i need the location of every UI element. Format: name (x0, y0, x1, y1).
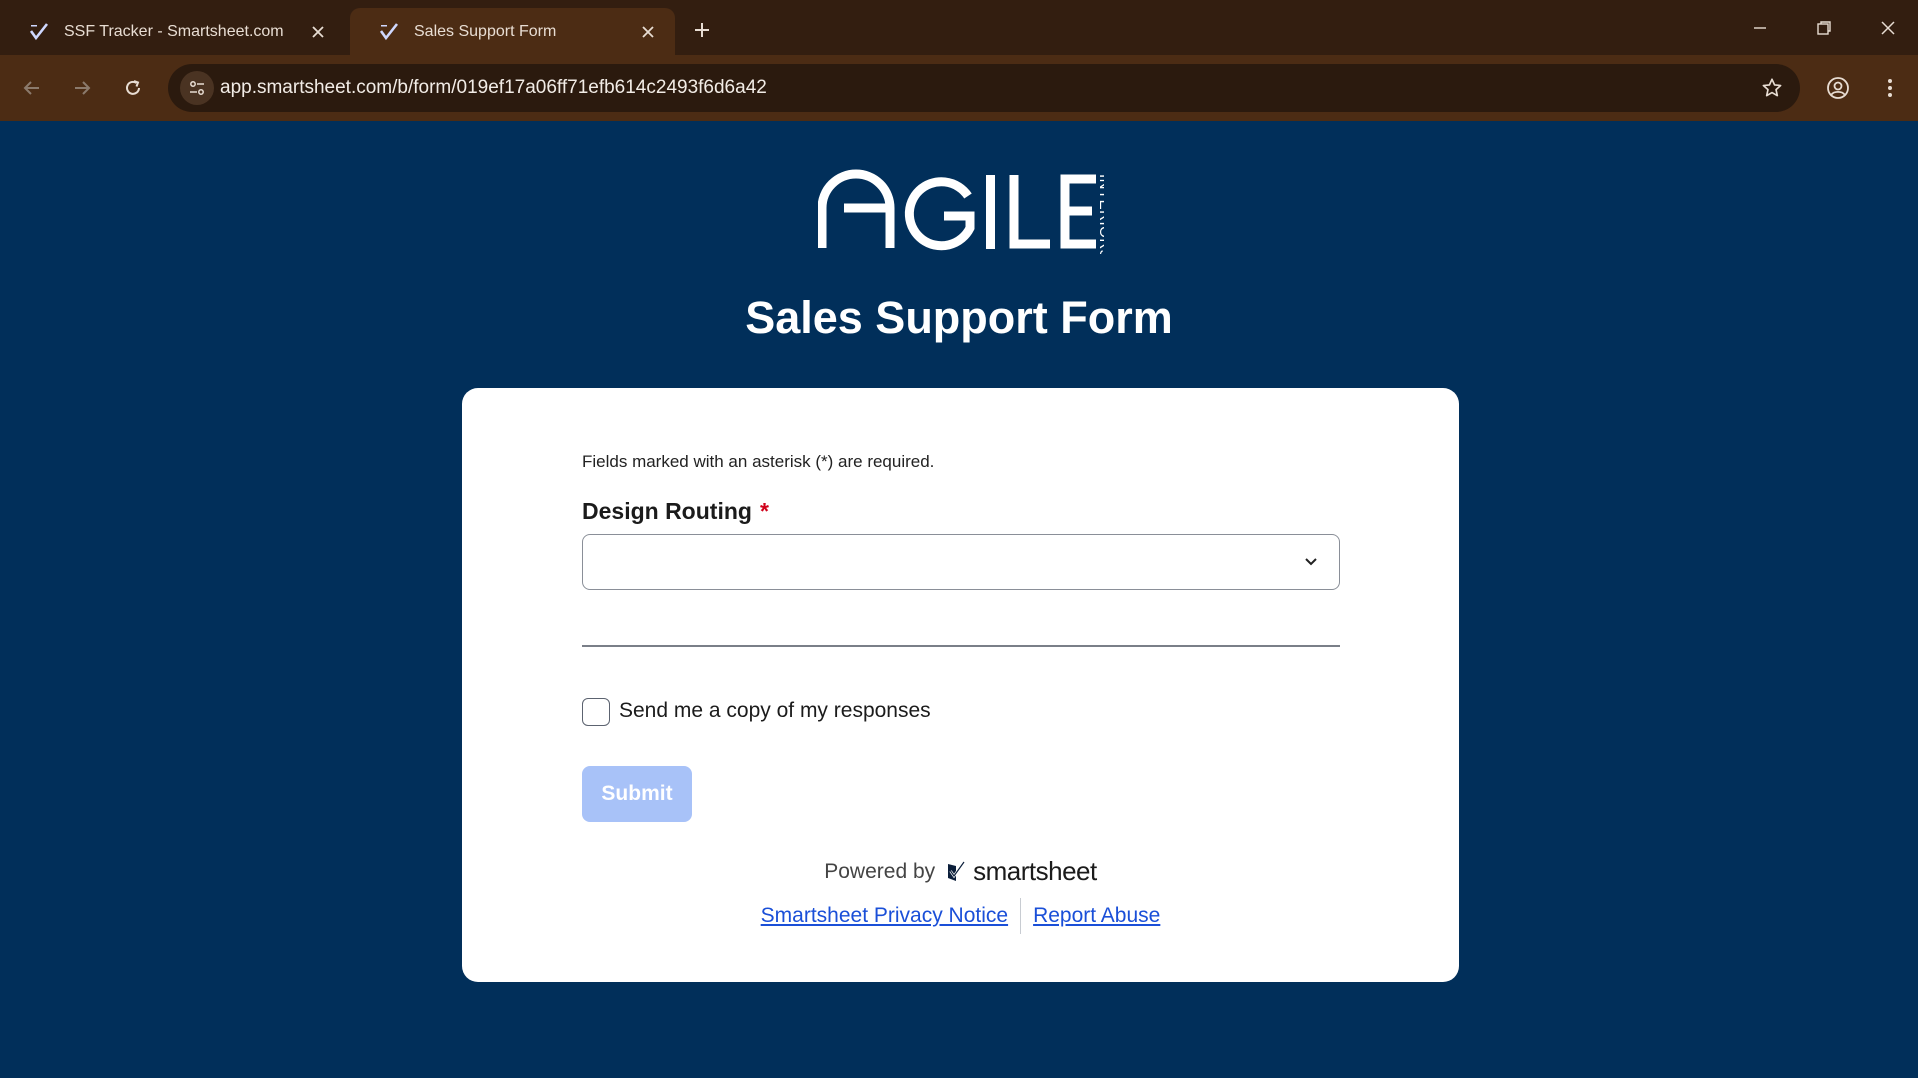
design-routing-dropdown[interactable] (582, 534, 1340, 590)
minimize-window-button[interactable] (1736, 8, 1784, 48)
send-copy-label[interactable]: Send me a copy of my responses (619, 699, 931, 723)
close-tab-icon[interactable] (635, 19, 661, 45)
arrow-left-icon (23, 81, 39, 95)
agile-interiors-logo: INTERIORS (817, 168, 1113, 260)
smartsheet-logo-icon (948, 860, 966, 881)
footer-links: Smartsheet Privacy Notice Report Abuse (462, 898, 1459, 934)
required-note: Fields marked with an asterisk (*) are r… (582, 452, 935, 471)
tab-ssf-tracker[interactable]: SSF Tracker - Smartsheet.com (0, 8, 345, 55)
more-vertical-icon (1888, 79, 1892, 97)
powered-by-text: Powered by (824, 859, 936, 883)
tab-title: Sales Support Form (414, 22, 557, 40)
smartsheet-wordmark: smartsheet (973, 856, 1097, 886)
plus-icon (695, 23, 709, 37)
browser-toolbar: app.smartsheet.com/b/form/019ef17a06ff71… (0, 55, 1918, 121)
forward-button[interactable] (64, 70, 100, 106)
logo-subtext: INTERIORS (1096, 174, 1104, 254)
link-separator (1020, 898, 1022, 934)
profile-button[interactable] (1820, 70, 1856, 106)
site-info-button[interactable] (180, 71, 214, 105)
design-routing-label: Design Routing * (582, 498, 769, 525)
close-icon (1881, 21, 1895, 35)
address-bar[interactable]: app.smartsheet.com/b/form/019ef17a06ff71… (168, 64, 1800, 112)
page-title: Sales Support Form (745, 292, 1173, 343)
field-label-text: Design Routing (582, 498, 752, 524)
smartsheet-favicon-icon (378, 21, 400, 43)
reload-icon (126, 80, 140, 95)
bookmark-button[interactable] (1756, 72, 1788, 104)
submit-button[interactable]: Submit (582, 766, 692, 822)
close-window-button[interactable] (1864, 8, 1912, 48)
tune-icon (190, 81, 204, 95)
tab-sales-support-form[interactable]: Sales Support Form (350, 8, 675, 55)
browser-menu-button[interactable] (1872, 70, 1908, 106)
report-abuse-link[interactable]: Report Abuse (1033, 904, 1160, 928)
back-button[interactable] (14, 70, 50, 106)
powered-by: Powered by smartsheet (462, 856, 1459, 887)
restore-window-button[interactable] (1800, 8, 1848, 48)
reload-button[interactable] (115, 70, 151, 106)
browser-tabstrip: SSF Tracker - Smartsheet.com Sales Suppo… (0, 0, 1918, 55)
star-icon (1762, 78, 1782, 97)
arrow-right-icon (75, 81, 91, 95)
chevron-down-icon (1301, 552, 1321, 572)
required-asterisk: * (759, 498, 769, 524)
privacy-notice-link[interactable]: Smartsheet Privacy Notice (761, 904, 1008, 928)
url-text[interactable]: app.smartsheet.com/b/form/019ef17a06ff71… (220, 77, 767, 99)
new-tab-button[interactable] (686, 14, 718, 46)
smartsheet-favicon-icon (28, 21, 50, 43)
restore-icon (1817, 21, 1831, 35)
close-tab-icon[interactable] (305, 19, 331, 45)
form-card: Fields marked with an asterisk (*) are r… (462, 388, 1459, 982)
profile-icon (1827, 77, 1849, 99)
section-divider (582, 645, 1340, 647)
minimize-icon (1754, 27, 1766, 29)
smartsheet-brand[interactable]: smartsheet (947, 856, 1097, 887)
send-copy-checkbox[interactable] (582, 698, 610, 726)
tab-title: SSF Tracker - Smartsheet.com (64, 22, 284, 40)
